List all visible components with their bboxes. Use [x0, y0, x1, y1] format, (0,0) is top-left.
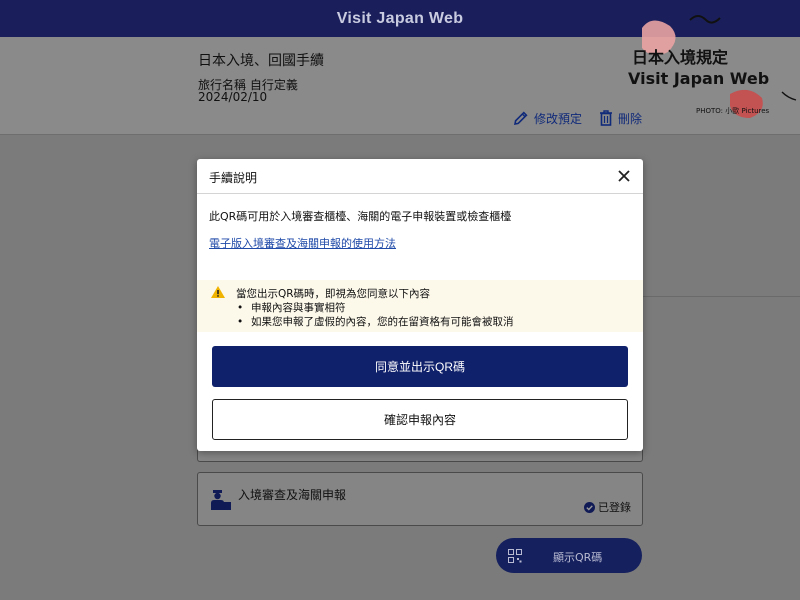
qr-code-icon [508, 549, 522, 563]
immigration-customs-card[interactable]: 入境審查及海關申報 已登錄 [197, 472, 643, 526]
edit-plan-button[interactable]: 修改預定 [512, 109, 582, 127]
trip-title: 日本入境、回國手續 [198, 53, 324, 69]
dialog-title: 手續說明 [209, 171, 258, 185]
pencil-icon [513, 111, 528, 126]
app-title: Visit Japan Web [336, 9, 464, 27]
immigration-customs-label: 入境審查及海關申報 [238, 488, 347, 502]
watermark-credit: PHOTO: 小歐 Pictures [696, 107, 770, 115]
dialog-header: 手續說明 [197, 159, 643, 194]
show-qr-button[interactable]: 顯示QR碼 [496, 538, 642, 573]
registration-status: 已登錄 [584, 499, 631, 515]
notice-lead: 當您出示QR碼時，即視為您同意以下內容 [236, 288, 431, 300]
confirm-declaration-button[interactable]: 確認申報內容 [212, 399, 628, 440]
dialog-description: 此QR碼可用於入境審查櫃檯、海關的電子申報裝置或檢查櫃檯 [209, 210, 512, 223]
watermark-subtitle: Visit Japan Web [628, 69, 770, 88]
watermark-title: 日本入境規定 [632, 48, 729, 67]
warning-icon [211, 286, 225, 298]
registration-status-text: 已登錄 [598, 501, 631, 514]
usage-guide-link[interactable]: 電子版入境審查及海關申報的使用方法 [209, 235, 396, 251]
trip-date: 2024/02/10 [198, 90, 268, 104]
check-circle-icon [584, 501, 595, 513]
background-divider [643, 296, 800, 297]
consent-notice: 當您出示QR碼時，即視為您同意以下內容 申報內容與事實相符 如果您申報了虛假的內… [197, 280, 643, 332]
close-icon[interactable] [616, 168, 632, 184]
show-qr-label: 顯示QR碼 [553, 551, 603, 564]
officer-icon [211, 490, 231, 510]
blog-watermark: 日本入境規定 Visit Japan Web PHOTO: 小歐 Picture… [612, 8, 800, 120]
agree-show-qr-button[interactable]: 同意並出示QR碼 [212, 346, 628, 387]
notice-item: 申報內容與事實相符 [237, 301, 514, 315]
notice-list: 申報內容與事實相符 如果您申報了虛假的內容，您的在留資格有可能會被取消 [237, 301, 514, 329]
notice-item: 如果您申報了虛假的內容，您的在留資格有可能會被取消 [237, 315, 514, 329]
procedure-dialog: 手續說明 此QR碼可用於入境審查櫃檯、海關的電子申報裝置或檢查櫃檯 電子版入境審… [197, 159, 643, 451]
edit-plan-label: 修改預定 [534, 111, 583, 126]
